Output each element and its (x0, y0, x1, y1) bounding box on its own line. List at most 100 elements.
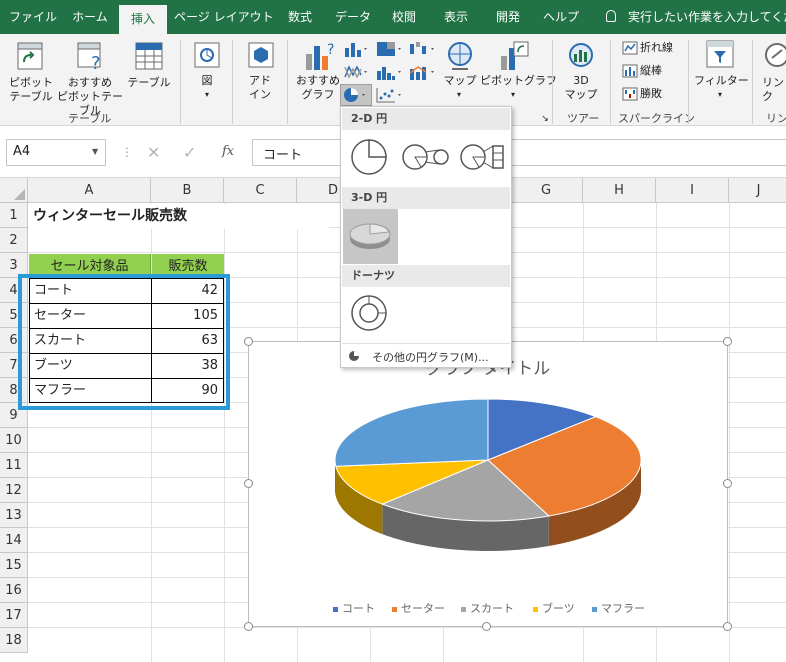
bar-of-pie-option[interactable] (459, 140, 507, 174)
illustrations-dropdown-arrow[interactable]: ▾ (200, 88, 214, 102)
svg-text:?: ? (91, 53, 101, 70)
tell-me-search[interactable]: 実行したい作業を入力してください (628, 0, 786, 34)
hierarchy-chart-icon[interactable] (375, 40, 403, 58)
filter-dropdown-arrow[interactable]: ▾ (713, 88, 727, 102)
tab-help[interactable]: ヘルプ (538, 0, 584, 34)
link-button[interactable]: リン ク (762, 76, 786, 104)
row-header-2[interactable]: 2 (0, 228, 28, 253)
ribbon-separator (180, 40, 181, 124)
row-header-17[interactable]: 17 (0, 603, 28, 628)
row-header-11[interactable]: 11 (0, 453, 28, 478)
3d-map-button[interactable]: 3D マップ (558, 74, 604, 102)
recommended-charts-button[interactable]: おすすめ グラフ (294, 74, 342, 102)
addins-button[interactable]: アド イン (240, 74, 280, 102)
gridline (224, 203, 225, 662)
column-header-b[interactable]: B (151, 178, 224, 203)
pie-of-pie-option[interactable] (401, 140, 451, 174)
table-button[interactable]: テーブル (126, 76, 172, 90)
pie-slice[interactable] (334, 398, 489, 467)
combo-chart-icon[interactable] (408, 63, 436, 81)
3d-map-icon (569, 43, 593, 67)
tab-page-layout[interactable]: ページ レイアウト (174, 0, 274, 34)
sheet-title[interactable]: ウィンターセール販売数 (29, 204, 329, 229)
sparkline-column-button[interactable]: 縦棒 (640, 64, 662, 78)
tab-data[interactable]: データ (330, 0, 376, 34)
resize-handle[interactable] (723, 622, 732, 631)
pivot-table-button[interactable]: ピボット テーブル (6, 76, 56, 104)
table-icon (135, 42, 163, 70)
waterfall-chart-icon[interactable] (408, 40, 436, 58)
line-chart-icon[interactable] (343, 63, 369, 81)
row-header-13[interactable]: 13 (0, 503, 28, 528)
legend-item: セーター (392, 600, 445, 616)
donut-option[interactable] (349, 293, 389, 333)
dropdown-divider (342, 343, 510, 344)
charts-dialog-launcher[interactable]: ↘ (540, 112, 550, 126)
maps-dropdown-arrow[interactable]: ▾ (452, 88, 466, 102)
lightbulb-icon (606, 10, 616, 22)
tab-formulas[interactable]: 数式 (280, 0, 320, 34)
row-header-14[interactable]: 14 (0, 528, 28, 553)
group-label-table: テーブル (68, 112, 112, 125)
formula-input[interactable]: コート (252, 139, 786, 166)
resize-handle[interactable] (244, 622, 253, 631)
column-header-g[interactable]: G (510, 178, 583, 203)
ribbon-separator (287, 40, 288, 124)
group-label-tour: ツアー (567, 112, 600, 125)
ribbon-separator (688, 40, 689, 124)
column-header-h[interactable]: H (583, 178, 656, 203)
column-header-c[interactable]: C (224, 178, 297, 203)
legend-label: ブーツ (542, 602, 575, 615)
legend-item: マフラー (592, 600, 645, 616)
cancel-icon[interactable]: ✕ (147, 143, 160, 162)
tab-developer[interactable]: 開発 (488, 0, 528, 34)
resize-handle[interactable] (244, 337, 253, 346)
pivot-chart-button[interactable]: ピボットグラフ (480, 74, 557, 88)
row-header-10[interactable]: 10 (0, 428, 28, 453)
tab-review[interactable]: 校閲 (384, 0, 424, 34)
pie-2d-option[interactable] (349, 137, 389, 177)
resize-handle[interactable] (244, 479, 253, 488)
row-header-1[interactable]: 1 (0, 203, 28, 228)
row-header-16[interactable]: 16 (0, 578, 28, 603)
filter-button[interactable]: フィルター (694, 74, 749, 88)
column-header-a[interactable]: A (28, 178, 151, 203)
pie-chart-icon (344, 88, 365, 102)
tab-view[interactable]: 表示 (436, 0, 476, 34)
more-pie-charts-link[interactable]: その他の円グラフ(M)... (372, 349, 489, 365)
ribbon-tab-bar: ファイル ホーム 挿入 ページ レイアウト 数式 データ 校閲 表示 開発 ヘル… (0, 0, 786, 34)
sparkline-winloss-button[interactable]: 勝敗 (640, 87, 662, 101)
sparkline-line-button[interactable]: 折れ線 (640, 41, 673, 55)
gridline (729, 203, 730, 662)
tab-file[interactable]: ファイル (2, 0, 64, 34)
filter-icon (706, 40, 734, 68)
illustrations-icon (194, 42, 220, 68)
resize-handle[interactable] (723, 479, 732, 488)
chart-object[interactable]: グラフ タイトル コート セーター スカート ブーツ マフラー (248, 341, 728, 627)
insert-function-icon[interactable]: fx (222, 144, 234, 159)
enter-icon[interactable]: ✓ (183, 143, 196, 162)
illustrations-button[interactable]: 図 (192, 74, 222, 88)
legend-swatch (392, 606, 397, 612)
row-header-18[interactable]: 18 (0, 628, 28, 653)
maps-button[interactable]: マップ (440, 74, 480, 88)
legend-swatch (461, 606, 466, 612)
globe-icon (448, 42, 472, 70)
legend-label: スカート (470, 602, 514, 615)
stat-chart-icon[interactable] (375, 63, 403, 81)
row-header-15[interactable]: 15 (0, 553, 28, 578)
column-header-j[interactable]: J (729, 178, 786, 203)
resize-handle[interactable] (723, 337, 732, 346)
column-header-i[interactable]: I (656, 178, 729, 203)
name-box[interactable]: A4 (6, 139, 106, 166)
corner-triangle-icon (14, 189, 25, 200)
tab-insert[interactable]: 挿入 (119, 5, 167, 34)
tab-home[interactable]: ホーム (64, 0, 116, 34)
resize-handle[interactable] (482, 622, 491, 631)
group-label-sparkline: スパークライン (618, 112, 695, 125)
column-chart-icon[interactable] (343, 40, 369, 58)
name-box-dropdown-icon[interactable]: ▼ (92, 147, 98, 156)
pivot-chart-dropdown-arrow[interactable]: ▾ (506, 88, 520, 102)
scatter-chart-icon[interactable] (375, 86, 403, 104)
row-header-12[interactable]: 12 (0, 478, 28, 503)
